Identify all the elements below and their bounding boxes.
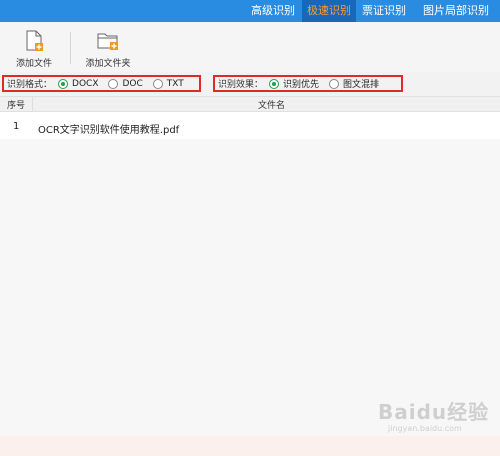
- column-header-number[interactable]: 序号: [7, 98, 25, 111]
- effect-mixed-layout-label: 图文混排: [343, 80, 380, 90]
- toolbar-divider: [70, 32, 71, 64]
- radio-selected-icon: [58, 78, 69, 89]
- row-filename: OCR文字识别软件使用教程.pdf: [38, 125, 180, 136]
- tab-advanced-recognition[interactable]: 高级识别: [244, 0, 302, 22]
- format-docx-label: DOCX: [72, 78, 99, 89]
- file-list-empty-area: [0, 139, 500, 436]
- effect-recognition-priority-label: 识别优先: [283, 80, 320, 90]
- watermark-logo: Baidu经验: [378, 400, 490, 424]
- footer-band: [0, 436, 500, 456]
- effect-recognition-priority-radio[interactable]: 识别优先: [269, 77, 319, 90]
- effect-label: 识别效果：: [218, 80, 264, 90]
- radio-icon: [152, 78, 163, 89]
- tab-ticket-recognition[interactable]: 票证识别: [356, 0, 412, 22]
- format-doc-radio[interactable]: DOC: [108, 78, 143, 89]
- column-header-filename[interactable]: 文件名: [258, 98, 285, 111]
- add-folder-button[interactable]: 添加文件夹: [80, 30, 136, 69]
- format-txt-label: TXT: [166, 78, 184, 89]
- row-number: 1: [13, 121, 20, 132]
- tab-fast-recognition[interactable]: 极速识别: [302, 0, 356, 22]
- toolbar: 添加文件 添加文件夹: [0, 22, 500, 72]
- radio-icon: [329, 78, 340, 89]
- add-file-label: 添加文件: [15, 59, 52, 69]
- add-file-button[interactable]: 添加文件: [12, 30, 56, 69]
- effect-mixed-layout-radio[interactable]: 图文混排: [329, 77, 379, 90]
- effect-options-box: 识别效果： 识别优先 图文混排: [213, 75, 403, 92]
- add-file-icon: [26, 30, 43, 51]
- mode-tabs: 高级识别 极速识别 票证识别 图片局部识别: [244, 0, 500, 22]
- add-folder-label: 添加文件夹: [85, 59, 131, 69]
- format-doc-label: DOC: [122, 78, 143, 89]
- format-txt-radio[interactable]: TXT: [152, 78, 184, 89]
- watermark-url: jingyan.baidu.com: [388, 424, 462, 433]
- top-nav-bar: 高级识别 极速识别 票证识别 图片局部识别: [0, 0, 500, 22]
- add-folder-icon: [97, 33, 118, 50]
- format-options-box: 识别格式： DOCX DOC TXT: [2, 75, 201, 92]
- radio-icon: [108, 78, 119, 89]
- radio-selected-icon: [269, 78, 280, 89]
- table-row[interactable]: 1 OCR文字识别软件使用教程.pdf: [0, 115, 500, 139]
- file-table-header: 序号 文件名: [0, 96, 500, 112]
- options-row: 识别格式： DOCX DOC TXT 识别效果： 识别优先 图文混排: [0, 72, 500, 96]
- column-divider: [32, 97, 33, 111]
- format-label: 识别格式：: [7, 80, 53, 90]
- tab-image-partial-recognition[interactable]: 图片局部识别: [412, 0, 500, 22]
- format-docx-radio[interactable]: DOCX: [58, 78, 99, 89]
